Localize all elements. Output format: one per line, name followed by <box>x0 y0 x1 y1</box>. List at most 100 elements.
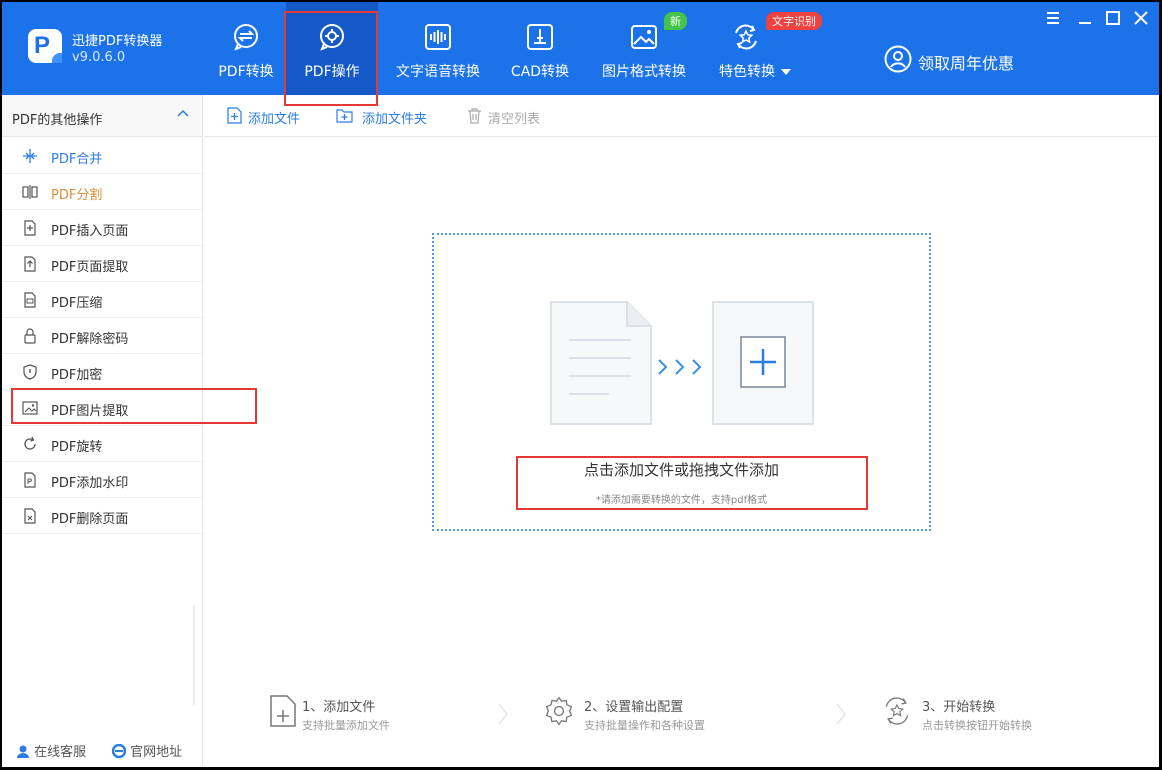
step-title: 3、开始转换 <box>922 700 996 715</box>
sidebar-item-label: PDF添加水印 <box>51 476 129 491</box>
drop-zone-title: 点击添加文件或拖拽文件添加 <box>583 461 779 479</box>
app-window: P 迅捷PDF转换器 v9.0.6.0 PDF转换 PDF操作 文字语音转换 C… <box>2 2 1159 767</box>
sidebar-item-label: PDF合并 <box>51 152 103 167</box>
sidebar-item-page-extract[interactable]: PDF页面提取 <box>2 246 202 282</box>
sidebar-title: PDF的其他操作 <box>12 113 103 128</box>
pdf-operation-icon <box>320 24 344 51</box>
add-file-label: 添加文件 <box>248 112 301 127</box>
sidebar-item-merge[interactable]: PDF合并 <box>2 138 202 174</box>
new-badge: 新 <box>664 12 687 30</box>
sidebar-item-label: PDF插入页面 <box>51 224 129 239</box>
sidebar-item-label: PDF删除页面 <box>51 512 129 527</box>
service-person-icon <box>17 745 29 758</box>
sidebar-header[interactable]: PDF的其他操作 <box>2 95 202 137</box>
drop-zone-subtitle: *请添加需要转换的文件，支持pdf格式 <box>595 495 768 506</box>
sidebar-item-label: PDF解除密码 <box>51 332 129 347</box>
image-icon <box>631 25 657 49</box>
nav-label: PDF操作 <box>304 64 360 80</box>
chevron-right-icon <box>498 703 508 725</box>
step-title: 1、添加文件 <box>302 700 376 715</box>
watermark-icon <box>24 472 36 488</box>
start-convert-icon <box>885 697 909 725</box>
step-desc: 点击转换按钮开始转换 <box>922 719 1032 732</box>
insert-page-icon <box>24 220 36 236</box>
nav-label: 特色转换 <box>708 61 802 81</box>
cad-icon <box>527 24 553 50</box>
user-icon <box>884 45 912 73</box>
app-version: v9.0.6.0 <box>72 50 126 65</box>
sidebar-item-watermark[interactable]: PDF添加水印 <box>2 462 202 498</box>
sidebar-item-insert-page[interactable]: PDF插入页面 <box>2 210 202 246</box>
add-folder-label: 添加文件夹 <box>362 112 428 127</box>
website-label: 官网地址 <box>130 745 183 760</box>
add-file-illustration <box>712 301 814 425</box>
online-service-label: 在线客服 <box>34 745 87 760</box>
clear-list-label: 清空列表 <box>488 112 541 127</box>
convert-icon <box>234 24 258 51</box>
close-icon[interactable] <box>1133 10 1149 26</box>
nav-text-speech[interactable]: 文字语音转换 <box>388 2 488 95</box>
app-logo: P <box>28 29 62 63</box>
sidebar-item-delete-page[interactable]: PDF删除页面 <box>2 498 202 534</box>
nav-label: 文字语音转换 <box>396 64 480 80</box>
audio-wave-icon <box>425 24 451 50</box>
promo-label: 领取周年优惠 <box>918 54 1015 73</box>
nav-cad-convert[interactable]: CAD转换 <box>500 2 580 95</box>
rotate-icon <box>24 436 36 450</box>
sidebar-item-compress[interactable]: PDF压缩 <box>2 282 202 318</box>
sidebar: PDF的其他操作 PDF合并 PDF分割 PDF插入页面 PDF页面提取 PDF… <box>2 95 203 767</box>
add-folder-icon <box>336 109 353 123</box>
add-file-icon <box>270 695 296 727</box>
step-title: 2、设置输出配置 <box>584 700 684 715</box>
shield-icon <box>23 364 37 380</box>
nav-label: 图片格式转换 <box>602 64 686 80</box>
app-name: 迅捷PDF转换器 <box>72 34 163 49</box>
browser-icon <box>111 743 127 759</box>
sidebar-item-image-extract[interactable]: PDF图片提取 <box>2 390 202 426</box>
dropdown-caret-icon <box>781 69 791 75</box>
sidebar-item-label: PDF压缩 <box>51 296 103 311</box>
sidebar-item-split[interactable]: PDF分割 <box>2 174 202 210</box>
sidebar-item-unlock[interactable]: PDF解除密码 <box>2 318 202 354</box>
add-file-icon <box>227 107 242 124</box>
arrow-right-icon <box>658 359 702 375</box>
online-service-link[interactable]: 在线客服 <box>16 741 86 760</box>
sidebar-item-encrypt[interactable]: PDF加密 <box>2 354 202 390</box>
sidebar-item-label: PDF加密 <box>51 368 103 383</box>
maximize-icon[interactable] <box>1105 10 1121 26</box>
unlock-icon <box>24 328 36 344</box>
sidebar-item-label: PDF旋转 <box>51 440 103 455</box>
chevron-up-icon[interactable] <box>176 107 190 121</box>
menu-icon[interactable] <box>1045 10 1061 26</box>
split-icon <box>22 185 38 199</box>
toolbar: 添加文件 添加文件夹 清空列表 <box>204 95 1159 137</box>
compress-icon <box>24 292 36 308</box>
trash-icon <box>468 108 481 124</box>
nav-label: CAD转换 <box>510 64 570 80</box>
merge-icon <box>23 149 37 163</box>
step-desc: 支持批量添加文件 <box>302 719 390 732</box>
nav-label: PDF转换 <box>218 64 274 80</box>
chevron-right-icon <box>836 703 846 725</box>
sidebar-item-rotate[interactable]: PDF旋转 <box>2 426 202 462</box>
ocr-badge: 文字识别 <box>766 12 822 30</box>
settings-gear-icon <box>545 696 573 726</box>
sidebar-item-label: PDF图片提取 <box>51 404 129 419</box>
top-bar: P 迅捷PDF转换器 v9.0.6.0 PDF转换 PDF操作 文字语音转换 C… <box>2 2 1159 95</box>
special-icon <box>735 24 757 50</box>
sidebar-item-label: PDF页面提取 <box>51 260 129 275</box>
nav-label-text: 特色转换 <box>719 64 775 80</box>
nav-pdf-operation[interactable]: PDF操作 <box>286 2 378 95</box>
page-extract-icon <box>24 256 36 272</box>
website-link[interactable]: 官网地址 <box>111 741 183 760</box>
minimize-icon[interactable] <box>1077 10 1093 26</box>
step-desc: 支持批量操作和各种设置 <box>584 719 705 732</box>
document-illustration <box>550 301 652 425</box>
sidebar-footer: 在线客服 官网地址 <box>2 733 202 763</box>
nav-pdf-convert[interactable]: PDF转换 <box>206 2 286 95</box>
delete-page-icon <box>24 508 36 524</box>
sidebar-item-label: PDF分割 <box>51 188 103 203</box>
image-extract-icon <box>22 401 38 415</box>
sidebar-scrollbar[interactable] <box>193 605 195 705</box>
file-drop-zone[interactable]: 点击添加文件或拖拽文件添加 *请添加需要转换的文件，支持pdf格式 <box>432 233 931 531</box>
